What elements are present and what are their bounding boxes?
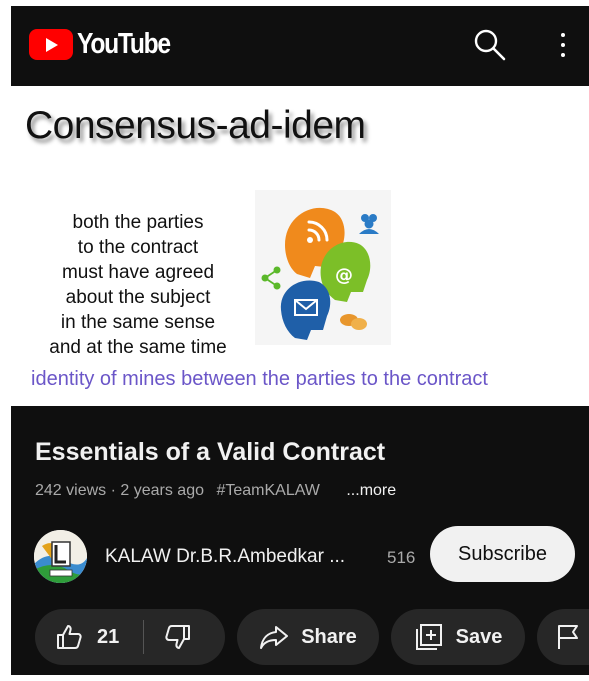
save-button[interactable]: Save <box>391 609 525 665</box>
more-vert-icon <box>561 33 565 37</box>
video-player[interactable]: Consensus-ad-idem both the parties to th… <box>11 86 589 406</box>
more-description-link[interactable]: ...more <box>346 482 396 499</box>
logo-text: YouTube <box>77 28 171 60</box>
dislike-button[interactable] <box>144 609 192 665</box>
share-label: Share <box>301 625 357 648</box>
view-count: 242 views <box>35 482 107 499</box>
video-meta[interactable]: 242 views · 2 years ago #TeamKALAW ...mo… <box>35 482 396 500</box>
like-button[interactable]: 21 <box>35 609 119 665</box>
video-title[interactable]: Essentials of a Valid Contract <box>35 438 385 467</box>
more-vert-button[interactable] <box>551 26 575 64</box>
share-icon <box>260 626 289 649</box>
meta-separator: · <box>110 482 116 499</box>
channel-avatar[interactable] <box>34 530 87 583</box>
share-button[interactable]: Share <box>237 609 379 665</box>
thumb-down-icon <box>165 625 191 649</box>
slide-body-text: both the parties to the contract must ha… <box>49 212 227 358</box>
search-icon <box>474 29 506 61</box>
thumb-up-icon <box>57 625 82 649</box>
hashtag-link[interactable]: #TeamKALAW <box>216 482 319 499</box>
upload-age: 2 years ago <box>120 482 204 499</box>
youtube-logo[interactable]: YouTube <box>29 28 186 61</box>
save-label: Save <box>455 625 503 648</box>
subscribe-button[interactable]: Subscribe <box>430 526 575 582</box>
youtube-logo-icon <box>29 29 73 60</box>
heads-communication-graphic: @ <box>255 190 391 345</box>
save-to-playlist-icon <box>415 624 442 650</box>
slide-footer-text: identity of mines between the parties to… <box>31 368 488 390</box>
channel-name[interactable]: KALAW Dr.B.R.Ambedkar ... <box>105 546 345 568</box>
flag-icon <box>558 625 578 649</box>
subscriber-count: 516 <box>387 548 416 567</box>
search-button[interactable] <box>473 28 507 62</box>
slide-title: Consensus-ad-idem <box>25 104 366 147</box>
app-frame: YouTube Consensus-ad-idem both the parti… <box>11 6 589 675</box>
like-dislike-pill: 21 <box>35 609 225 665</box>
top-app-bar: YouTube <box>11 6 589 84</box>
svg-text:@: @ <box>335 265 353 286</box>
like-count: 21 <box>97 625 120 648</box>
report-button[interactable] <box>537 609 589 665</box>
